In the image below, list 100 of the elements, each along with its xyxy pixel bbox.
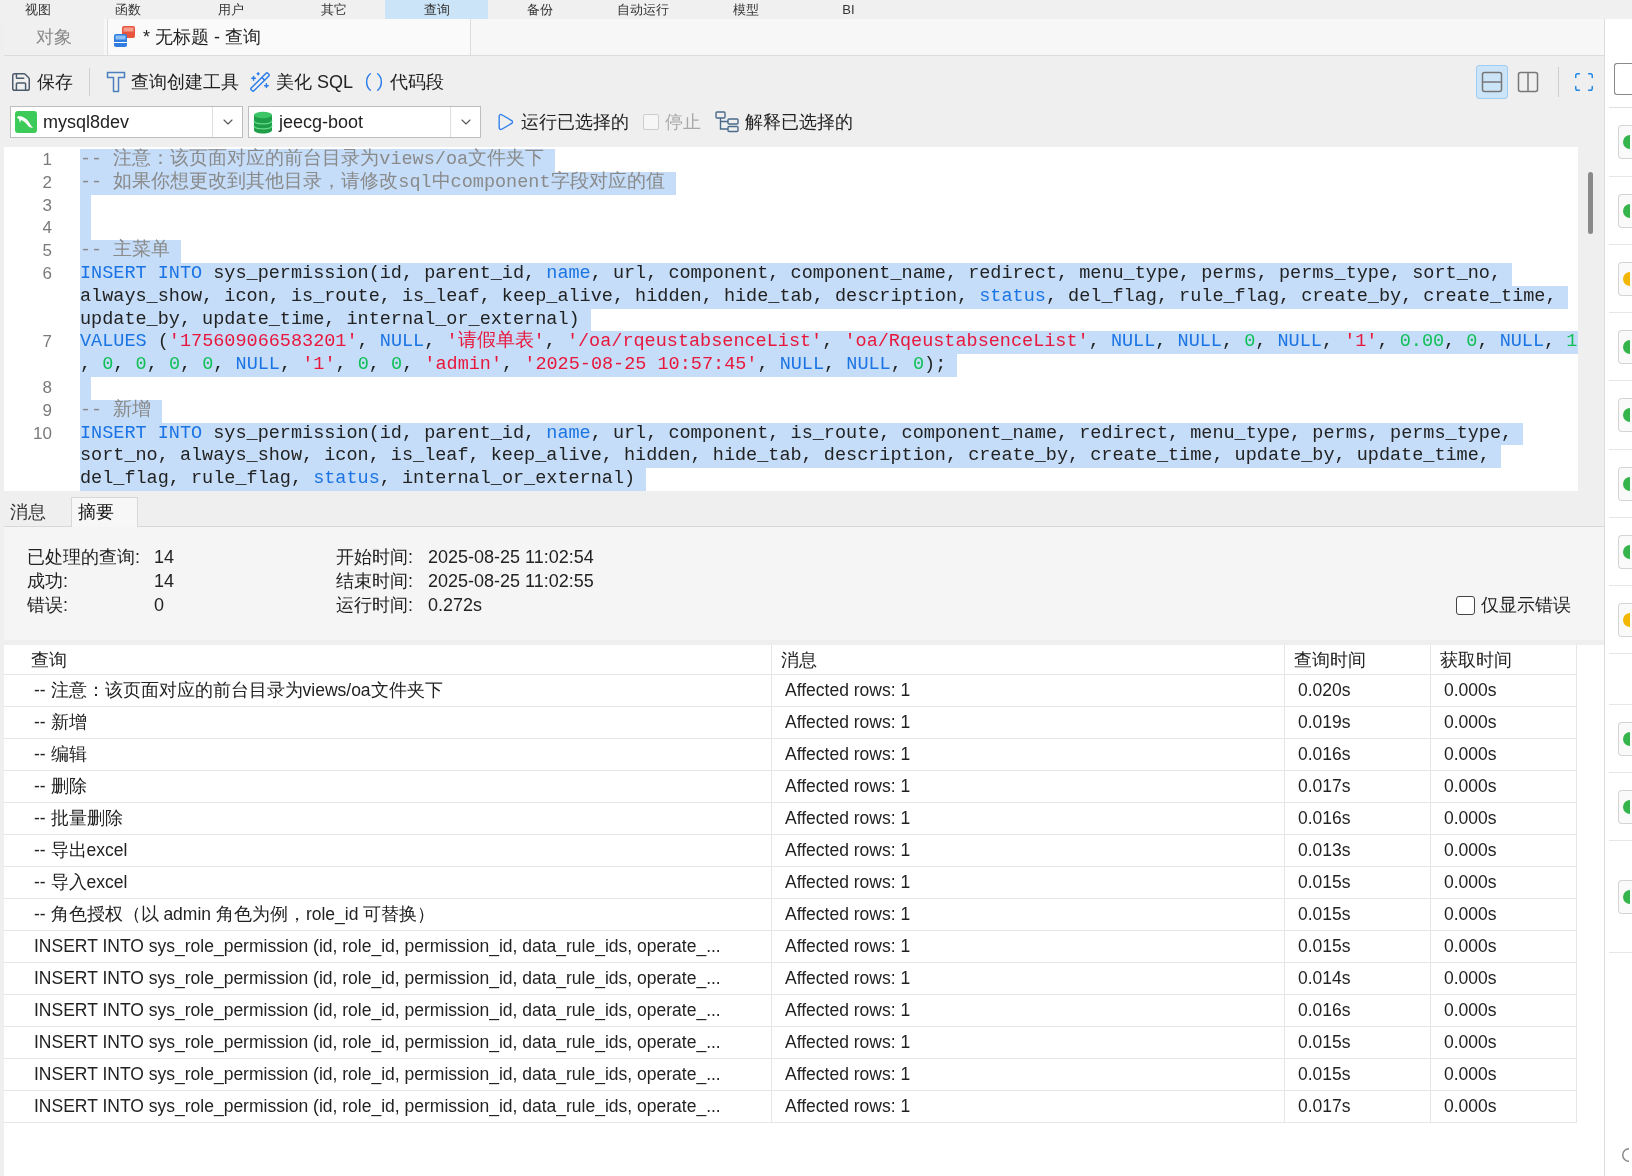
menu-tab[interactable]: 函数 <box>76 0 179 19</box>
table-cell: 0.000s <box>1431 995 1577 1026</box>
table-cell: 0.000s <box>1431 1091 1577 1122</box>
table-cell: 0.000s <box>1431 771 1577 802</box>
line-number: 3 <box>42 194 52 217</box>
fullscreen-icon[interactable] <box>1573 71 1595 93</box>
column-header[interactable]: 查询时间 <box>1285 645 1431 675</box>
table-cell: 0.016s <box>1285 995 1431 1026</box>
snippet-button[interactable]: 代码段 <box>363 66 445 98</box>
table-cell: 0.000s <box>1431 899 1577 930</box>
stat-label: 已处理的查询: <box>27 546 140 569</box>
table-cell: Affected rows: 1 <box>772 1027 1285 1058</box>
menu-tab[interactable]: 用户 <box>179 0 282 19</box>
table-cell: 0.016s <box>1285 803 1431 834</box>
table-cell: 0.015s <box>1285 1027 1431 1058</box>
table-cell: Affected rows: 1 <box>772 675 1285 706</box>
list-card[interactable] <box>1618 789 1632 824</box>
line-number: 7 <box>42 331 52 354</box>
swoosh-icon <box>15 111 37 133</box>
table-cell: 0.000s <box>1431 739 1577 770</box>
menu-tab[interactable]: 其它 <box>282 0 385 19</box>
table-cell: -- 编辑 <box>4 739 772 770</box>
table-cell: 0.017s <box>1285 1091 1431 1122</box>
result-tab[interactable]: 摘要 <box>71 497 138 527</box>
query-builder-button[interactable]: 查询创建工具 <box>106 66 239 98</box>
menu-tab[interactable]: 视图 <box>0 0 76 19</box>
table-cell: 0.000s <box>1431 1059 1577 1090</box>
document-tab[interactable]: * 无标题 - 查询 <box>107 19 471 55</box>
list-card[interactable] <box>1618 329 1632 364</box>
table-cell: Affected rows: 1 <box>772 995 1285 1026</box>
table-cell: 0.016s <box>1285 739 1431 770</box>
explain-selected-button[interactable]: 解释已选择的 <box>715 107 853 137</box>
list-card[interactable] <box>1618 193 1632 228</box>
table-cell: -- 导出excel <box>4 835 772 866</box>
save-icon <box>10 71 32 93</box>
table-cell: 0.000s <box>1431 803 1577 834</box>
table-cell: 0.020s <box>1285 675 1431 706</box>
sql-editor[interactable] <box>4 147 1578 491</box>
beautify-sql-button[interactable]: 美化 SQL <box>249 66 354 98</box>
line-number: 6 <box>42 263 52 285</box>
database-dropdown[interactable]: jeecg-boot <box>248 106 481 138</box>
table-cell: INSERT INTO sys_role_permission (id, role_id, permission_id, data_rule_ids, operate_... <box>4 963 772 994</box>
column-header[interactable]: 消息 <box>772 645 1285 675</box>
line-number: 10 <box>33 422 52 445</box>
menu-tab[interactable]: BI <box>797 0 900 19</box>
list-card[interactable] <box>1618 261 1632 296</box>
column-header[interactable]: 获取时间 <box>1431 645 1577 675</box>
connection-dropdown[interactable]: mysql8dev <box>10 106 243 138</box>
table-cell: 0.017s <box>1285 771 1431 802</box>
result-tab[interactable]: 消息 <box>4 497 68 527</box>
table-cell: -- 导入excel <box>4 867 772 898</box>
list-card[interactable] <box>1618 602 1632 637</box>
table-cell: 0.000s <box>1431 867 1577 898</box>
squares-icon <box>113 25 137 49</box>
menu-tab[interactable]: 查询 <box>385 0 488 19</box>
list-card[interactable] <box>1618 398 1632 432</box>
column-header[interactable]: 查询 <box>4 645 772 675</box>
menu-tab[interactable]: 自动运行 <box>591 0 694 19</box>
table-cell: INSERT INTO sys_role_permission (id, role_id, permission_id, data_rule_ids, operate_... <box>4 995 772 1026</box>
table-cell: 0.000s <box>1431 835 1577 866</box>
wand-sparkles-icon <box>249 71 271 93</box>
line-number: 5 <box>42 240 52 263</box>
table-cell: Affected rows: 1 <box>772 963 1285 994</box>
table-cell: 0.015s <box>1285 931 1431 962</box>
input-field[interactable] <box>1614 63 1632 95</box>
list-card[interactable] <box>1618 125 1632 159</box>
menu-tab[interactable]: 模型 <box>694 0 797 19</box>
save-button[interactable]: 保存 <box>10 66 73 98</box>
table-cell: Affected rows: 1 <box>772 1059 1285 1090</box>
stat-label: 错误: <box>27 594 68 617</box>
menu-tab[interactable]: 备份 <box>488 0 591 19</box>
table-cell: INSERT INTO sys_role_permission (id, role_id, permission_id, data_rule_ids, operate_... <box>4 1091 772 1122</box>
stat-value: 14 <box>154 570 175 593</box>
table-cell: Affected rows: 1 <box>772 771 1285 802</box>
scrollbar[interactable] <box>1588 172 1593 234</box>
table-cell: 0.000s <box>1431 707 1577 738</box>
checkbox-label[interactable]: 仅显示错误 <box>1481 593 1571 617</box>
time-value: 0.272s <box>428 594 483 617</box>
list-card[interactable] <box>1618 721 1632 756</box>
list-card[interactable] <box>1618 879 1632 914</box>
table-cell: -- 删除 <box>4 771 772 802</box>
table-cell: Affected rows: 1 <box>772 867 1285 898</box>
run-selected-button[interactable]: 运行已选择的 <box>495 107 629 137</box>
errors-only-checkbox[interactable] <box>1456 595 1475 615</box>
stat-label: 成功: <box>27 570 68 593</box>
stop-icon <box>643 114 659 130</box>
table-cell: 0.013s <box>1285 835 1431 866</box>
table-cell: 0.015s <box>1285 899 1431 930</box>
list-card[interactable] <box>1618 466 1632 501</box>
table-cell: Affected rows: 1 <box>772 803 1285 834</box>
time-value: 2025-08-25 11:02:55 <box>428 570 594 593</box>
tree-icon <box>715 111 739 133</box>
line-number: 2 <box>42 171 52 194</box>
table-cell: INSERT INTO sys_role_permission (id, role_id, permission_id, data_rule_ids, operate_... <box>4 931 772 962</box>
time-label: 运行时间: <box>336 594 413 617</box>
stat-value: 0 <box>154 594 164 617</box>
time-value: 2025-08-25 11:02:54 <box>428 546 594 569</box>
layout-button[interactable] <box>1476 65 1508 99</box>
database-icon <box>253 110 273 134</box>
list-card[interactable] <box>1618 534 1632 569</box>
